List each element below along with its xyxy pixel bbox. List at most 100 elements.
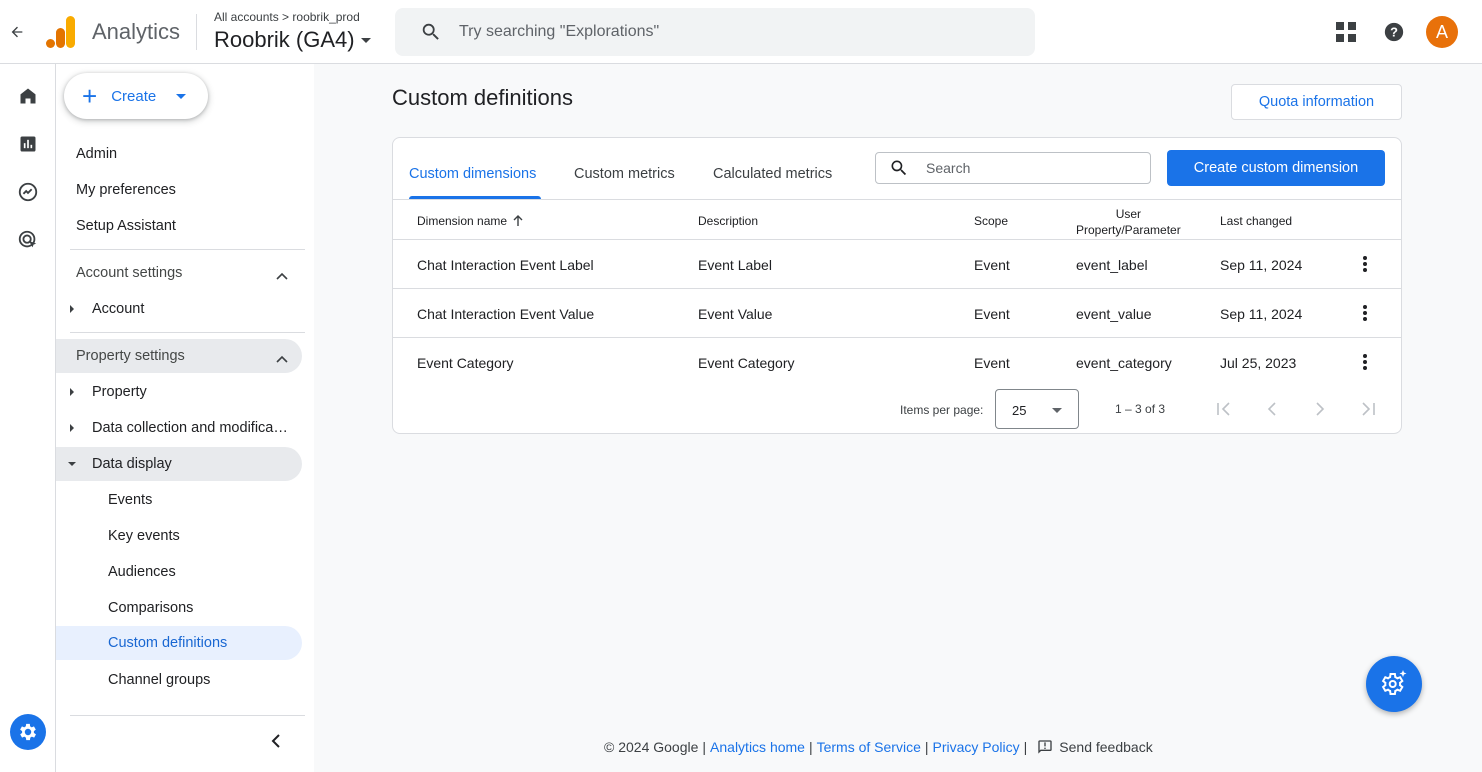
feedback-icon: [1037, 739, 1053, 755]
breadcrumb-account[interactable]: roobrik_prod: [292, 10, 359, 24]
quota-information-button[interactable]: Quota information: [1231, 84, 1402, 120]
column-header-last-changed[interactable]: Last changed: [1220, 214, 1292, 228]
first-page-icon[interactable]: [1212, 397, 1236, 421]
column-header-scope[interactable]: Scope: [974, 214, 1008, 228]
create-label: Create: [111, 87, 157, 105]
collapse-nav-chevron-left-icon[interactable]: [264, 729, 288, 753]
footer-separator: |: [808, 739, 813, 755]
back-arrow-icon[interactable]: [6, 20, 28, 44]
custom-definitions-card: Custom dimensions Custom metrics Calcula…: [392, 137, 1402, 434]
nav-setup-assistant[interactable]: Setup Assistant: [76, 209, 176, 243]
column-header-line: Property/Parameter: [1076, 223, 1181, 237]
apps-grid-icon[interactable]: [1334, 20, 1358, 44]
property-settings-label: Property settings: [76, 348, 185, 364]
top-app-bar: Analytics All accounts > roobrik_prod Ro…: [0, 0, 1482, 64]
home-icon[interactable]: [16, 84, 40, 108]
property-settings-header[interactable]: Property settings: [56, 339, 302, 373]
last-page-icon[interactable]: [1356, 397, 1380, 421]
nav-data-collection[interactable]: Data collection and modifica…: [56, 411, 302, 445]
nav-audiences[interactable]: Audiences: [108, 555, 176, 589]
tab-custom-dimensions[interactable]: Custom dimensions: [409, 166, 536, 182]
nav-events[interactable]: Events: [108, 483, 152, 517]
table-search[interactable]: [875, 152, 1151, 184]
column-header-user-property-parameter[interactable]: User Property/Parameter: [1076, 206, 1181, 238]
table-header: Dimension name Description Scope User Pr…: [393, 200, 1401, 240]
breadcrumb[interactable]: All accounts > roobrik_prod: [214, 10, 360, 24]
table-search-input[interactable]: [926, 160, 1126, 176]
items-per-page-select[interactable]: 25: [995, 389, 1079, 429]
nav-property[interactable]: Property: [56, 375, 302, 409]
breadcrumb-all-accounts[interactable]: All accounts: [214, 10, 279, 24]
account-settings-label: Account settings: [76, 265, 183, 281]
column-header-description[interactable]: Description: [698, 214, 758, 228]
nav-account[interactable]: Account: [56, 292, 302, 326]
table-row[interactable]: Chat Interaction Event Label Event Label…: [393, 240, 1401, 289]
cell-dimension-name[interactable]: Chat Interaction Event Label: [417, 257, 594, 273]
settings-sparkle-fab-icon[interactable]: [1366, 656, 1422, 712]
more-vert-icon[interactable]: [1353, 252, 1377, 276]
send-feedback-button[interactable]: Send feedback: [1037, 739, 1153, 755]
nav-channel-groups[interactable]: Channel groups: [108, 663, 210, 697]
global-search-input[interactable]: [459, 23, 999, 41]
create-custom-dimension-button[interactable]: Create custom dimension: [1167, 150, 1385, 186]
cell-dimension-name[interactable]: Chat Interaction Event Value: [417, 306, 594, 322]
advertising-icon[interactable]: [16, 228, 40, 252]
tab-calculated-metrics[interactable]: Calculated metrics: [713, 166, 832, 182]
footer-separator: |: [924, 739, 929, 755]
terms-of-service-link[interactable]: Terms of Service: [817, 739, 921, 755]
table-row[interactable]: Chat Interaction Event Value Event Value…: [393, 289, 1401, 338]
chevron-up-icon: [276, 268, 288, 284]
account-settings-header[interactable]: Account settings: [56, 256, 302, 290]
admin-gear-icon[interactable]: [10, 714, 46, 750]
nav-custom-definitions-label: Custom definitions: [108, 635, 228, 651]
nav-my-preferences[interactable]: My preferences: [76, 173, 176, 207]
more-vert-icon[interactable]: [1353, 301, 1377, 325]
nav-property-label: Property: [92, 384, 147, 400]
footer-separator: |: [1023, 739, 1028, 755]
items-per-page-value: 25: [1012, 403, 1027, 418]
column-header-dimension-name[interactable]: Dimension name: [417, 214, 523, 228]
divider: [196, 14, 197, 50]
more-vert-icon[interactable]: [1353, 350, 1377, 374]
next-page-icon[interactable]: [1308, 397, 1332, 421]
nav-data-display[interactable]: Data display: [56, 447, 302, 481]
copyright: © 2024 Google: [604, 739, 699, 755]
avatar[interactable]: A: [1426, 16, 1458, 48]
reports-icon[interactable]: [16, 132, 40, 156]
search-icon: [419, 20, 443, 44]
create-button[interactable]: + Create: [64, 73, 208, 119]
nav-admin[interactable]: Admin: [76, 137, 117, 171]
expand-arrow-icon: [70, 305, 74, 313]
divider: [70, 249, 305, 250]
cell-scope: Event: [974, 355, 1010, 371]
divider: [70, 715, 305, 716]
sort-ascending-arrow-icon: [513, 215, 523, 227]
cell-dimension-name[interactable]: Event Category: [417, 355, 514, 371]
plus-icon: +: [82, 81, 98, 111]
nav-key-events[interactable]: Key events: [108, 519, 180, 553]
analytics-home-link[interactable]: Analytics home: [710, 739, 805, 755]
dropdown-caret-icon: [176, 93, 187, 99]
privacy-policy-link[interactable]: Privacy Policy: [933, 739, 1020, 755]
property-selector[interactable]: Roobrik (GA4): [214, 27, 371, 53]
dropdown-caret-icon: [1052, 408, 1062, 413]
chevron-up-icon: [276, 351, 288, 367]
analytics-logo-icon[interactable]: [46, 16, 76, 48]
page-title: Custom definitions: [392, 85, 573, 110]
table-row[interactable]: Event Category Event Category Event even…: [393, 338, 1401, 387]
explore-icon[interactable]: [16, 180, 40, 204]
left-rail: [0, 64, 56, 772]
nav-comparisons[interactable]: Comparisons: [108, 591, 193, 625]
global-search[interactable]: [395, 8, 1035, 56]
send-feedback-label: Send feedback: [1059, 739, 1153, 755]
nav-custom-definitions[interactable]: Custom definitions: [56, 626, 302, 660]
svg-text:?: ?: [1390, 25, 1398, 40]
cell-last-changed: Jul 25, 2023: [1220, 355, 1297, 371]
help-icon[interactable]: ?: [1382, 20, 1406, 44]
tab-custom-metrics[interactable]: Custom metrics: [574, 166, 675, 182]
paginator: Items per page: 25 1 – 3 of 3: [393, 388, 1401, 434]
expand-arrow-icon: [70, 424, 74, 432]
previous-page-icon[interactable]: [1260, 397, 1284, 421]
property-name: Roobrik (GA4): [214, 27, 355, 52]
main-content: Custom definitions Quota information Cus…: [314, 64, 1482, 772]
